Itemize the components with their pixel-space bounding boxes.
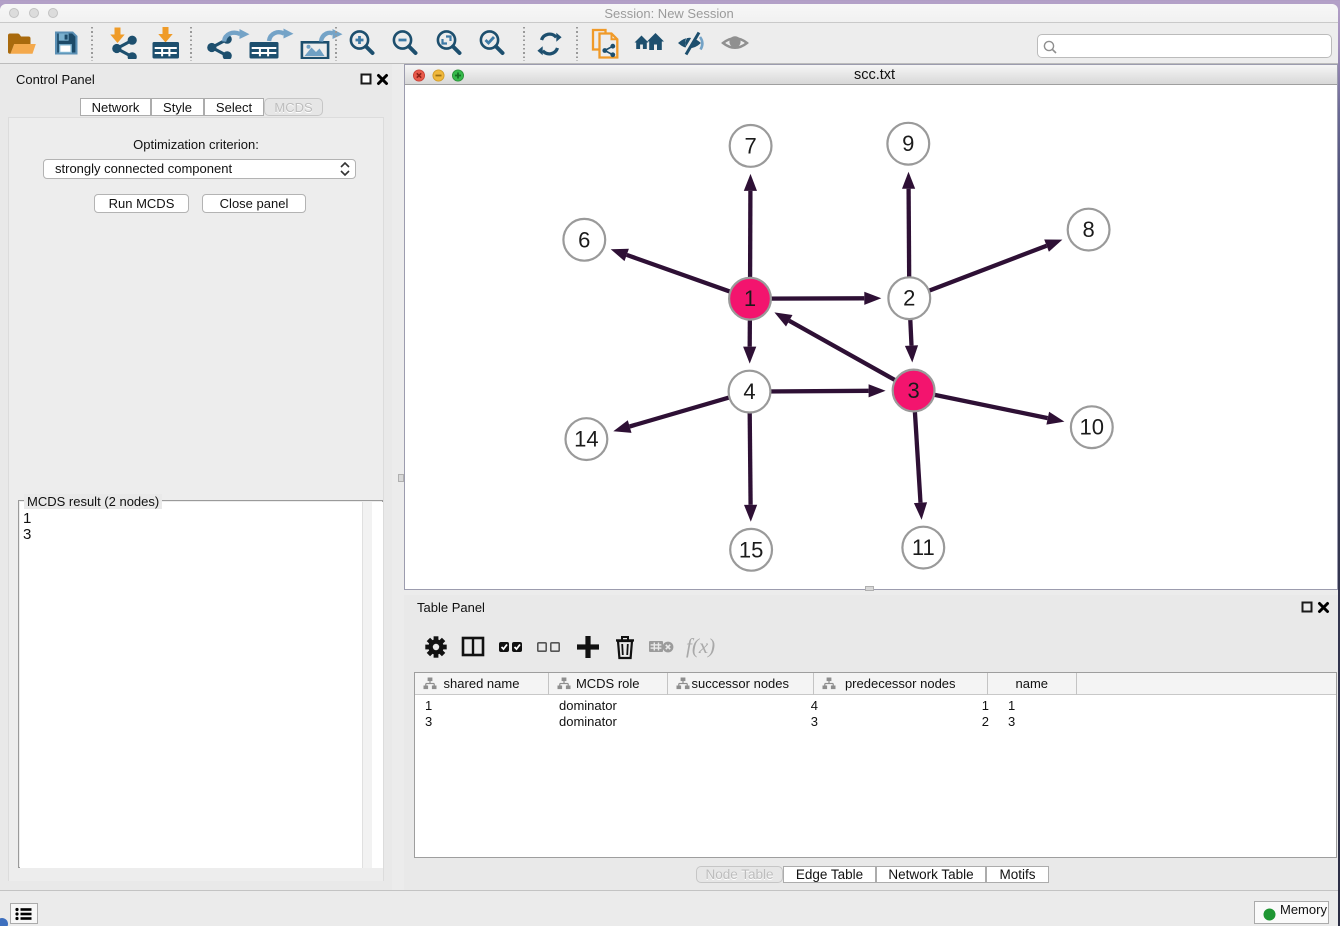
svg-text:8: 8 [1082, 217, 1094, 242]
svg-text:3: 3 [907, 378, 919, 403]
svg-text:2: 2 [903, 286, 915, 311]
svg-text:4: 4 [743, 379, 755, 404]
svg-text:6: 6 [578, 227, 590, 252]
svg-text:14: 14 [574, 427, 598, 452]
svg-text:11: 11 [912, 535, 935, 560]
svg-text:7: 7 [744, 133, 756, 158]
svg-text:15: 15 [739, 537, 763, 562]
svg-text:9: 9 [902, 131, 914, 156]
svg-text:1: 1 [744, 286, 756, 311]
svg-text:10: 10 [1080, 415, 1104, 440]
